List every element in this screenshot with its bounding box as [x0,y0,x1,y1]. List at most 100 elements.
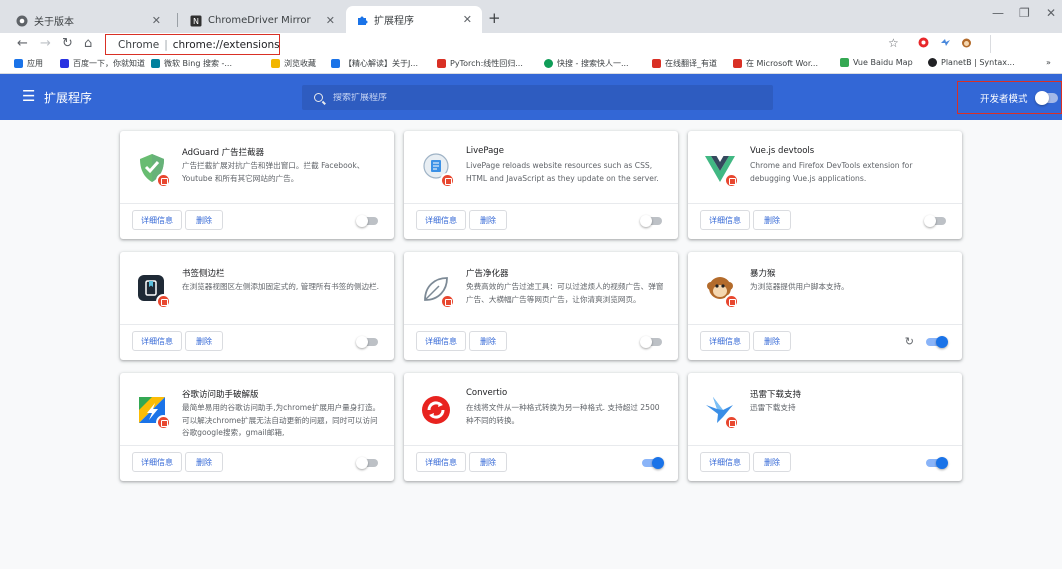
tab-strip: 关于版本 ✕ N ChromeDriver Mirror ✕ 扩展程序 ✕ + … [0,0,1062,33]
card-divider [404,445,678,446]
extension-name: LivePage [466,146,504,156]
extension-card-livepage: LivePage LivePage reloads website resour… [404,131,678,239]
tab-about-version[interactable]: 关于版本 ✕ [6,8,171,33]
address-bar[interactable]: Chrome | chrome://extensions [105,34,280,55]
card-divider [688,203,962,204]
tab-title: 关于版本 [34,17,74,28]
extension-description: 在浏览器视图区左侧添加固定式的, 管理所有书签的侧边栏. [182,282,380,291]
developer-badge-icon [156,415,171,430]
extension-card-vue-devtools: Vue.js devtools Chrome and Firefox DevTo… [688,131,962,239]
details-button[interactable]: 详细信息 [700,452,750,472]
tab-extensions[interactable]: 扩展程序 ✕ [346,6,482,33]
details-button[interactable]: 详细信息 [416,210,466,230]
bookmark-bing[interactable]: 微软 Bing 搜索 -... [151,58,232,69]
vue-icon [840,58,849,67]
developer-badge-icon [724,415,739,430]
close-icon[interactable]: ✕ [326,14,335,27]
bookmark-youdao[interactable]: 在线翻译_有道 [652,58,717,69]
extension-description: 广告拦截扩展对抗广告和弹出窗口。拦截 Facebook、Youtube 和所有其… [182,161,365,183]
close-icon[interactable]: ✕ [152,14,161,27]
bookmark-baidu[interactable]: 百度一下，你就知道 [60,58,145,69]
monkey-extension-icon[interactable] [961,37,972,51]
details-button[interactable]: 详细信息 [416,331,466,351]
tab-chromedriver-mirror[interactable]: N ChromeDriver Mirror ✕ [180,8,345,33]
bookmarks-overflow-button[interactable]: » [1046,58,1051,67]
developer-mode-toggle[interactable] [1034,90,1058,105]
new-tab-button[interactable]: + [488,9,501,27]
enable-toggle[interactable] [642,457,664,469]
details-button[interactable]: 详细信息 [700,331,750,351]
minimize-button[interactable]: — [992,6,1004,20]
omnibox-separator: | [164,38,168,51]
remove-button[interactable]: 删除 [185,452,223,472]
card-divider [404,324,678,325]
enable-toggle[interactable] [924,215,946,227]
details-button[interactable]: 详细信息 [416,452,466,472]
remove-button[interactable]: 删除 [469,210,507,230]
enable-toggle[interactable] [926,336,948,348]
extension-name: 暴力猴 [750,269,776,279]
tab-separator [177,13,178,27]
enable-toggle[interactable] [356,457,378,469]
extension-description: 为浏览器提供用户脚本支持。 [750,282,849,291]
enable-toggle[interactable] [356,336,378,348]
remove-button[interactable]: 删除 [753,331,791,351]
extension-name: 迅雷下载支持 [750,390,802,400]
details-button[interactable]: 详细信息 [132,331,182,351]
back-arrow-icon[interactable]: ← [17,36,28,51]
card-divider [688,324,962,325]
extension-card-adguard: AdGuard 广告拦截器 广告拦截扩展对抗广告和弹出窗口。拦截 Faceboo… [120,131,394,239]
toggle-knob [640,336,652,348]
bookmark-planetb[interactable]: PlanetB | Syntax... [928,58,1015,67]
enable-toggle[interactable] [356,215,378,227]
details-button[interactable]: 详细信息 [700,210,750,230]
enable-toggle[interactable] [640,215,662,227]
enable-toggle[interactable] [640,336,662,348]
bookmark-microsoft-word[interactable]: 在 Microsoft Wor... [733,58,818,69]
extension-card-convertio: Convertio 在线将文件从一种格式转换为另一种格式. 支持超过 2500 … [404,373,678,481]
youdao-icon [652,59,661,68]
restore-button[interactable]: ❐ [1019,6,1030,20]
developer-mode-control[interactable]: 开发者模式 [957,81,1062,114]
details-button[interactable]: 详细信息 [132,452,182,472]
forward-arrow-icon[interactable]: → [40,36,51,51]
developer-mode-label: 开发者模式 [980,93,1028,105]
csdn-icon [437,59,446,68]
tampermonkey-extension-icon[interactable] [940,37,951,51]
extension-card-google-access-helper: 谷歌访问助手破解版 最简单易用的谷歌访问助手,为chrome扩展用户量身打造。可… [120,373,394,481]
menu-icon[interactable]: ☰ [22,87,35,105]
bookmark-js-article[interactable]: 【精心解读】关于J... [331,58,418,69]
bookmark-folder[interactable]: 浏览收藏 [271,58,316,69]
developer-badge-icon [156,173,171,188]
close-window-button[interactable]: ✕ [1046,6,1056,20]
remove-button[interactable]: 删除 [185,331,223,351]
home-icon[interactable]: ⌂ [84,36,92,51]
adblock-extension-icon[interactable] [918,37,929,51]
search-input[interactable] [333,92,733,103]
bookmark-apps[interactable]: 应用 [14,58,43,69]
bookmark-vue-baidu-map[interactable]: Vue Baidu Map [840,58,913,67]
toggle-knob [640,215,652,227]
toggle-knob [356,215,368,227]
search-bar[interactable] [302,85,773,110]
details-button[interactable]: 详细信息 [132,210,182,230]
baidu-icon [60,59,69,68]
extension-name: AdGuard 广告拦截器 [182,148,265,158]
remove-button[interactable]: 删除 [185,210,223,230]
remove-button[interactable]: 删除 [753,210,791,230]
close-icon[interactable]: ✕ [463,13,472,26]
reload-icon[interactable]: ↻ [62,36,73,51]
remove-button[interactable]: 删除 [469,452,507,472]
developer-badge-icon [440,173,455,188]
remove-button[interactable]: 删除 [753,452,791,472]
omnibox-chrome-label: Chrome [118,38,160,51]
bookmark-kuaisou[interactable]: 快搜 - 搜索快人一... [544,58,629,69]
remove-button[interactable]: 删除 [469,331,507,351]
bookmark-pytorch[interactable]: PyTorch:线性回归... [437,58,523,69]
extension-description: LivePage reloads website resources such … [466,161,659,183]
reload-icon[interactable]: ↻ [905,335,914,348]
extension-card-xunlei: 迅雷下载支持 迅雷下载支持 详细信息 删除 [688,373,962,481]
extension-description: 在线将文件从一种格式转换为另一种格式. 支持超过 2500 种不同的转换。 [466,403,660,425]
star-icon[interactable]: ☆ [888,36,899,50]
enable-toggle[interactable] [926,457,948,469]
